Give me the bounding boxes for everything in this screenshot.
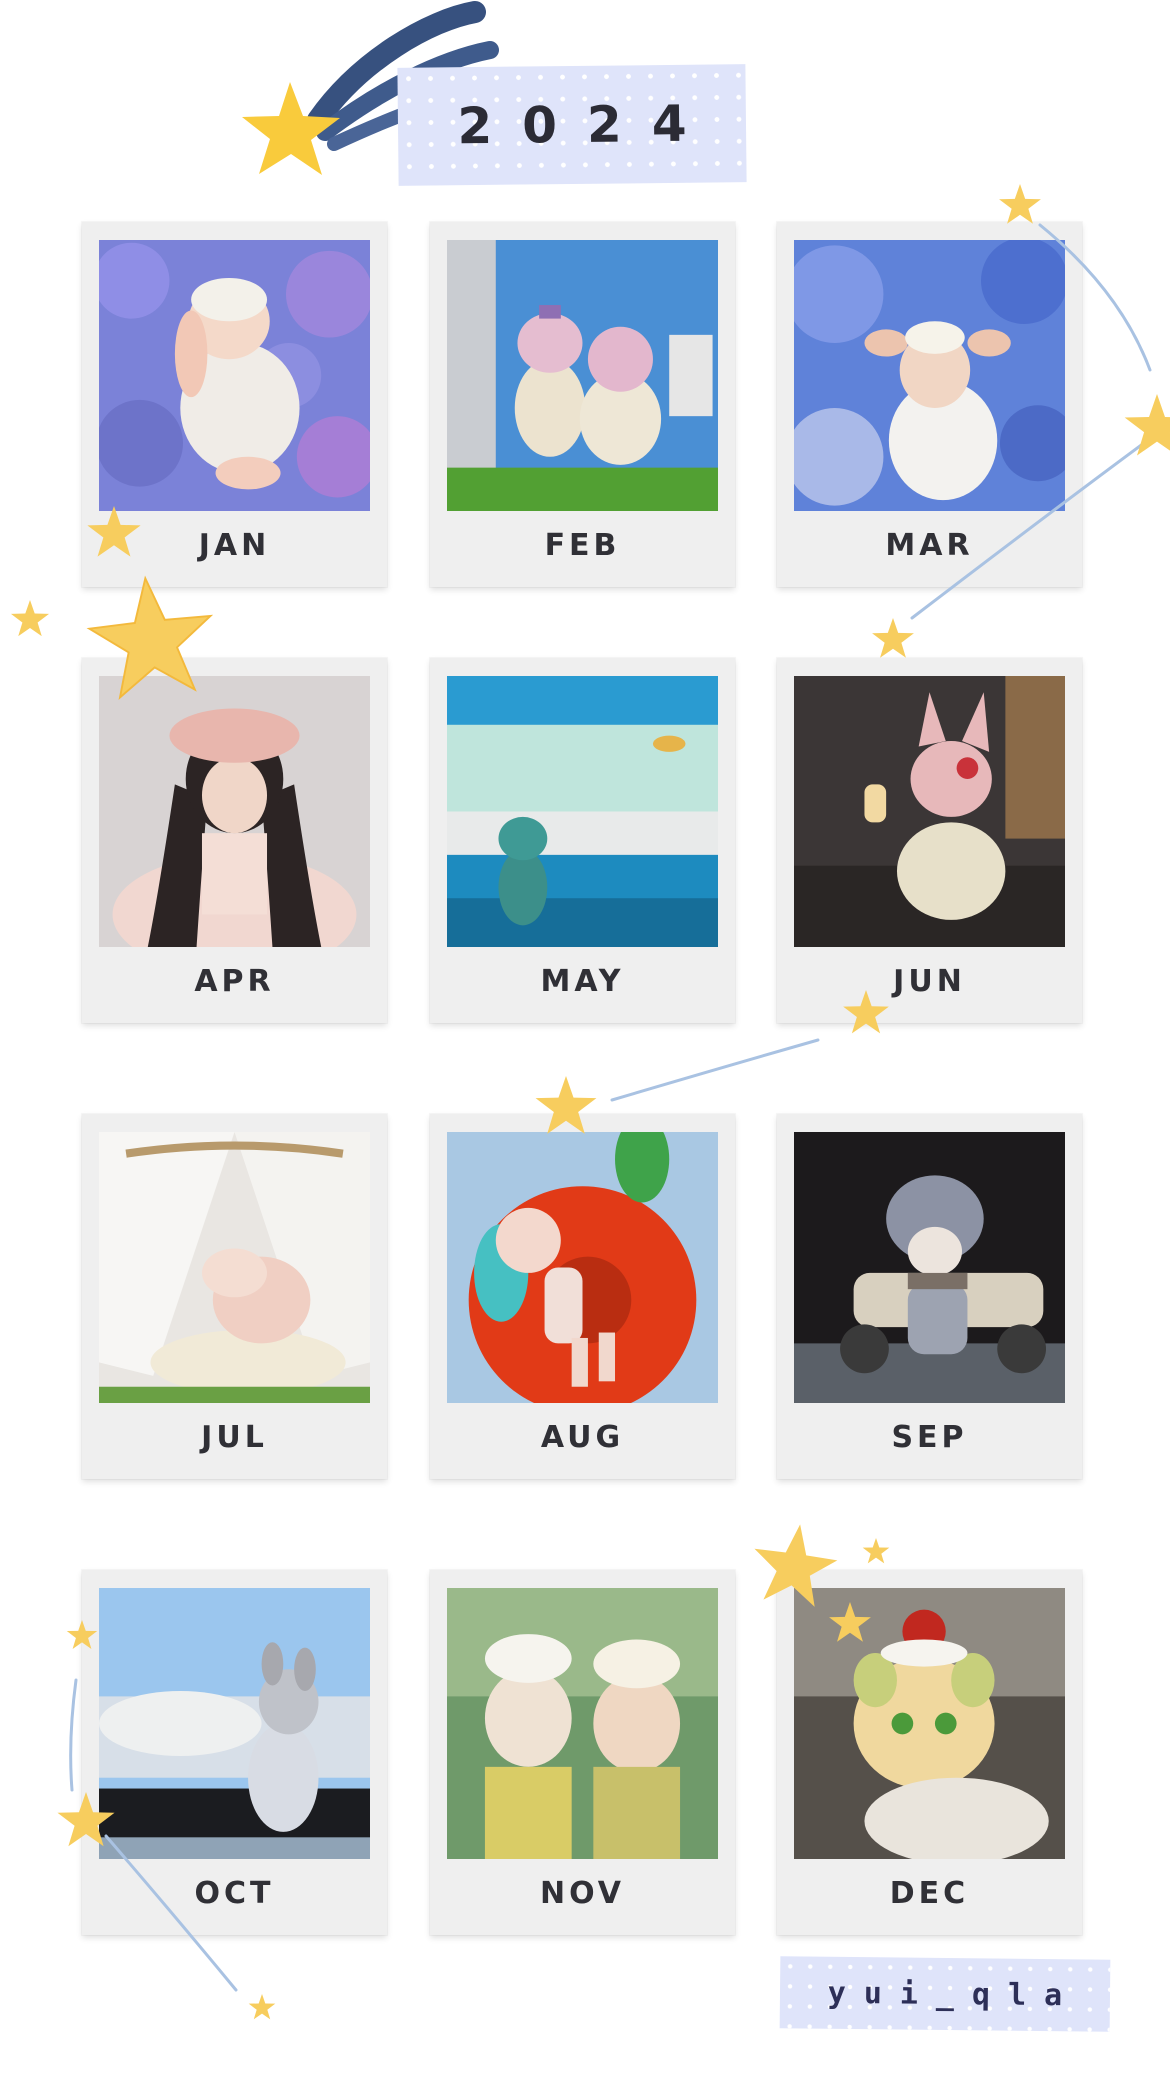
month-photo-dec	[794, 1588, 1065, 1859]
signature-text: yui_qla	[827, 1975, 1081, 2013]
month-photo-jun	[794, 676, 1065, 947]
month-photo-oct	[99, 1588, 370, 1859]
star-icon	[10, 600, 50, 637]
month-photo-aug	[447, 1132, 718, 1403]
month-label-dec: DEC	[889, 1876, 970, 1911]
year-title: 2024	[457, 94, 717, 156]
month-label-oct: OCT	[194, 1876, 275, 1911]
calendar-page: 2024 JAN FEB MAR APR MAY JUN JUL AUG SEP…	[0, 0, 1170, 2081]
month-photo-nov	[447, 1588, 718, 1859]
month-photo-sep	[794, 1132, 1065, 1403]
star-icon	[999, 184, 1041, 224]
month-card-oct: OCT	[82, 1570, 387, 1935]
month-label-may: MAY	[540, 964, 625, 999]
month-card-aug: AUG	[430, 1114, 735, 1479]
month-card-apr: APR	[82, 658, 387, 1023]
star-icon	[872, 618, 914, 658]
month-photo-apr	[99, 676, 370, 947]
month-label-mar: MAR	[885, 528, 974, 563]
month-label-jun: JUN	[893, 964, 966, 999]
month-photo-mar	[794, 240, 1065, 511]
month-label-jul: JUL	[201, 1420, 268, 1455]
month-card-jul: JUL	[82, 1114, 387, 1479]
month-card-nov: NOV	[430, 1570, 735, 1935]
month-label-feb: FEB	[544, 528, 621, 563]
month-label-jan: JAN	[198, 528, 271, 563]
year-banner: 2024	[397, 64, 747, 186]
star-icon	[1124, 394, 1170, 456]
month-card-jun: JUN	[777, 658, 1082, 1023]
month-label-nov: NOV	[539, 1876, 626, 1911]
month-photo-may	[447, 676, 718, 947]
month-photo-feb	[447, 240, 718, 511]
month-card-sep: SEP	[777, 1114, 1082, 1479]
month-card-dec: DEC	[777, 1570, 1082, 1935]
month-label-apr: APR	[194, 964, 275, 999]
month-label-sep: SEP	[891, 1420, 968, 1455]
month-photo-jan	[99, 240, 370, 511]
month-card-may: MAY	[430, 658, 735, 1023]
month-photo-jul	[99, 1132, 370, 1403]
month-card-jan: JAN	[82, 222, 387, 587]
month-card-mar: MAR	[777, 222, 1082, 587]
month-card-feb: FEB	[430, 222, 735, 587]
star-icon	[862, 1538, 890, 1564]
signature-banner: yui_qla	[779, 1956, 1111, 2032]
month-label-aug: AUG	[540, 1420, 625, 1455]
star-icon	[248, 1994, 276, 2020]
